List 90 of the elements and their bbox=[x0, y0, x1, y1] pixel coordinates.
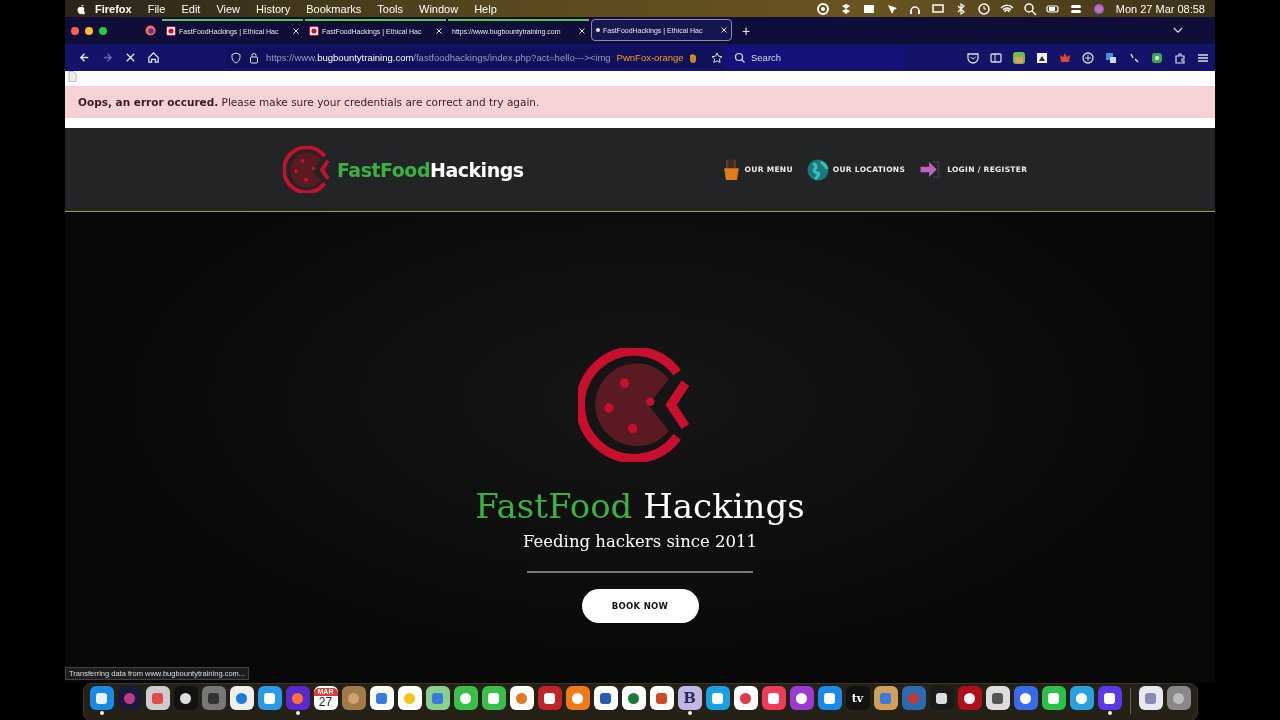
new-tab-button[interactable]: + bbox=[742, 22, 751, 39]
notepad-icon[interactable] bbox=[397, 686, 422, 710]
book-now-button[interactable]: BOOK NOW bbox=[581, 588, 699, 623]
menu-item[interactable]: History bbox=[256, 2, 291, 15]
app-icon[interactable] bbox=[705, 686, 730, 710]
app-icon[interactable] bbox=[145, 686, 170, 710]
search-field[interactable]: Search bbox=[726, 47, 904, 68]
app-icon[interactable] bbox=[453, 686, 478, 710]
app-menu[interactable]: Firefox bbox=[95, 2, 132, 15]
orb-icon[interactable] bbox=[1091, 1, 1106, 16]
extension-icon[interactable] bbox=[1035, 50, 1049, 65]
loading-dot-icon bbox=[596, 28, 600, 32]
app-icon[interactable] bbox=[285, 686, 310, 710]
app-icon[interactable] bbox=[817, 686, 842, 710]
url-text: https://www.bugbountytraining.com/fastfoodhackings/index.php?act=hello---><img bbox=[266, 52, 611, 63]
lock-icon[interactable] bbox=[248, 51, 260, 64]
envelope-icon[interactable] bbox=[257, 686, 282, 710]
menu-item[interactable]: Bookmarks bbox=[306, 2, 362, 15]
menu-item[interactable]: Tools bbox=[377, 2, 403, 15]
app-icon[interactable] bbox=[509, 686, 534, 710]
app-icon[interactable] bbox=[733, 686, 758, 710]
brand-name[interactable]: FastFoodHackings bbox=[337, 158, 524, 181]
error-message: Oops, an error occured. Please make sure your credentials are correct and try again. bbox=[78, 96, 540, 108]
close-icon[interactable] bbox=[293, 28, 299, 34]
app-icon[interactable] bbox=[593, 686, 618, 710]
app-icon[interactable] bbox=[425, 686, 450, 710]
shield-icon[interactable] bbox=[230, 51, 242, 64]
calculator-icon[interactable] bbox=[985, 686, 1010, 710]
home-button[interactable] bbox=[146, 51, 160, 64]
minimize-window-button[interactable] bbox=[85, 26, 93, 35]
close-icon[interactable] bbox=[579, 28, 585, 34]
app-icon[interactable] bbox=[537, 686, 562, 710]
app-icon[interactable] bbox=[341, 686, 366, 710]
terminal-icon[interactable] bbox=[929, 686, 954, 710]
folder-icon[interactable] bbox=[1138, 686, 1163, 710]
document-icon bbox=[68, 71, 77, 82]
app-icon[interactable] bbox=[1013, 686, 1038, 710]
app-icon[interactable] bbox=[369, 686, 394, 710]
sidebar-icon[interactable] bbox=[989, 50, 1003, 65]
favicon-icon bbox=[309, 26, 319, 36]
extension-icon[interactable] bbox=[1104, 50, 1118, 65]
lightning-icon[interactable] bbox=[1097, 686, 1122, 710]
pocket-icon[interactable] bbox=[966, 50, 980, 65]
zoom-window-button[interactable] bbox=[99, 26, 107, 35]
menu-item[interactable]: Edit bbox=[181, 2, 201, 15]
trash-icon[interactable] bbox=[1166, 686, 1191, 710]
menu-item[interactable]: Window bbox=[419, 2, 459, 15]
compass-icon[interactable] bbox=[229, 686, 254, 710]
gear-icon[interactable] bbox=[201, 686, 226, 710]
hero-tagline: Feeding hackers since 2011 bbox=[523, 531, 757, 551]
app-icon[interactable] bbox=[173, 686, 198, 710]
chevron-down-icon[interactable] bbox=[1173, 27, 1183, 34]
container-label[interactable]: PwnFox-orange bbox=[616, 52, 684, 63]
search-icon bbox=[734, 51, 746, 64]
app-icon[interactable] bbox=[89, 686, 114, 710]
app-icon[interactable]: tv bbox=[845, 686, 870, 710]
address-bar[interactable]: https://www.bugbountytraining.com/fastfoodhackings/index.php?act=hello---><img PwnFox-orange bbox=[226, 47, 722, 68]
close-icon[interactable] bbox=[436, 28, 442, 34]
puzzle-icon[interactable] bbox=[1173, 50, 1187, 65]
close-window-button[interactable] bbox=[71, 26, 79, 35]
back-button[interactable] bbox=[77, 51, 91, 64]
favicon-icon bbox=[166, 26, 176, 36]
app-icon[interactable] bbox=[649, 686, 674, 710]
hero-title: FastFood Hackings bbox=[475, 485, 805, 526]
fox-icon[interactable] bbox=[145, 25, 156, 36]
app-icon[interactable] bbox=[1041, 686, 1066, 710]
record-icon[interactable] bbox=[815, 1, 830, 16]
book-icon[interactable] bbox=[565, 686, 590, 710]
menu-item[interactable]: Help bbox=[474, 2, 497, 15]
close-icon[interactable] bbox=[721, 27, 727, 33]
app-icon[interactable]: B bbox=[677, 686, 702, 710]
music-note-icon[interactable] bbox=[761, 686, 786, 710]
fries-icon bbox=[721, 158, 741, 181]
clock-icon[interactable] bbox=[976, 1, 991, 16]
star-icon[interactable] bbox=[710, 51, 723, 64]
app-icon[interactable] bbox=[873, 686, 898, 710]
menu-clock[interactable]: Mon 27 Mar 08:58 bbox=[1115, 2, 1205, 15]
app-icon[interactable] bbox=[789, 686, 814, 710]
display-icon[interactable] bbox=[930, 1, 945, 16]
extension-icon[interactable] bbox=[1081, 50, 1095, 65]
search-icon[interactable] bbox=[1022, 1, 1037, 16]
app-icon[interactable] bbox=[481, 686, 506, 710]
menu-item[interactable]: File bbox=[147, 2, 166, 15]
extension-icon[interactable] bbox=[1012, 50, 1026, 65]
menu-item[interactable]: View bbox=[216, 2, 241, 15]
app-icon[interactable] bbox=[621, 686, 646, 710]
extension-icon[interactable] bbox=[1150, 50, 1164, 65]
app-icon[interactable] bbox=[957, 686, 982, 710]
globe-icon bbox=[806, 158, 829, 181]
paper-plane-icon[interactable] bbox=[1069, 686, 1094, 710]
